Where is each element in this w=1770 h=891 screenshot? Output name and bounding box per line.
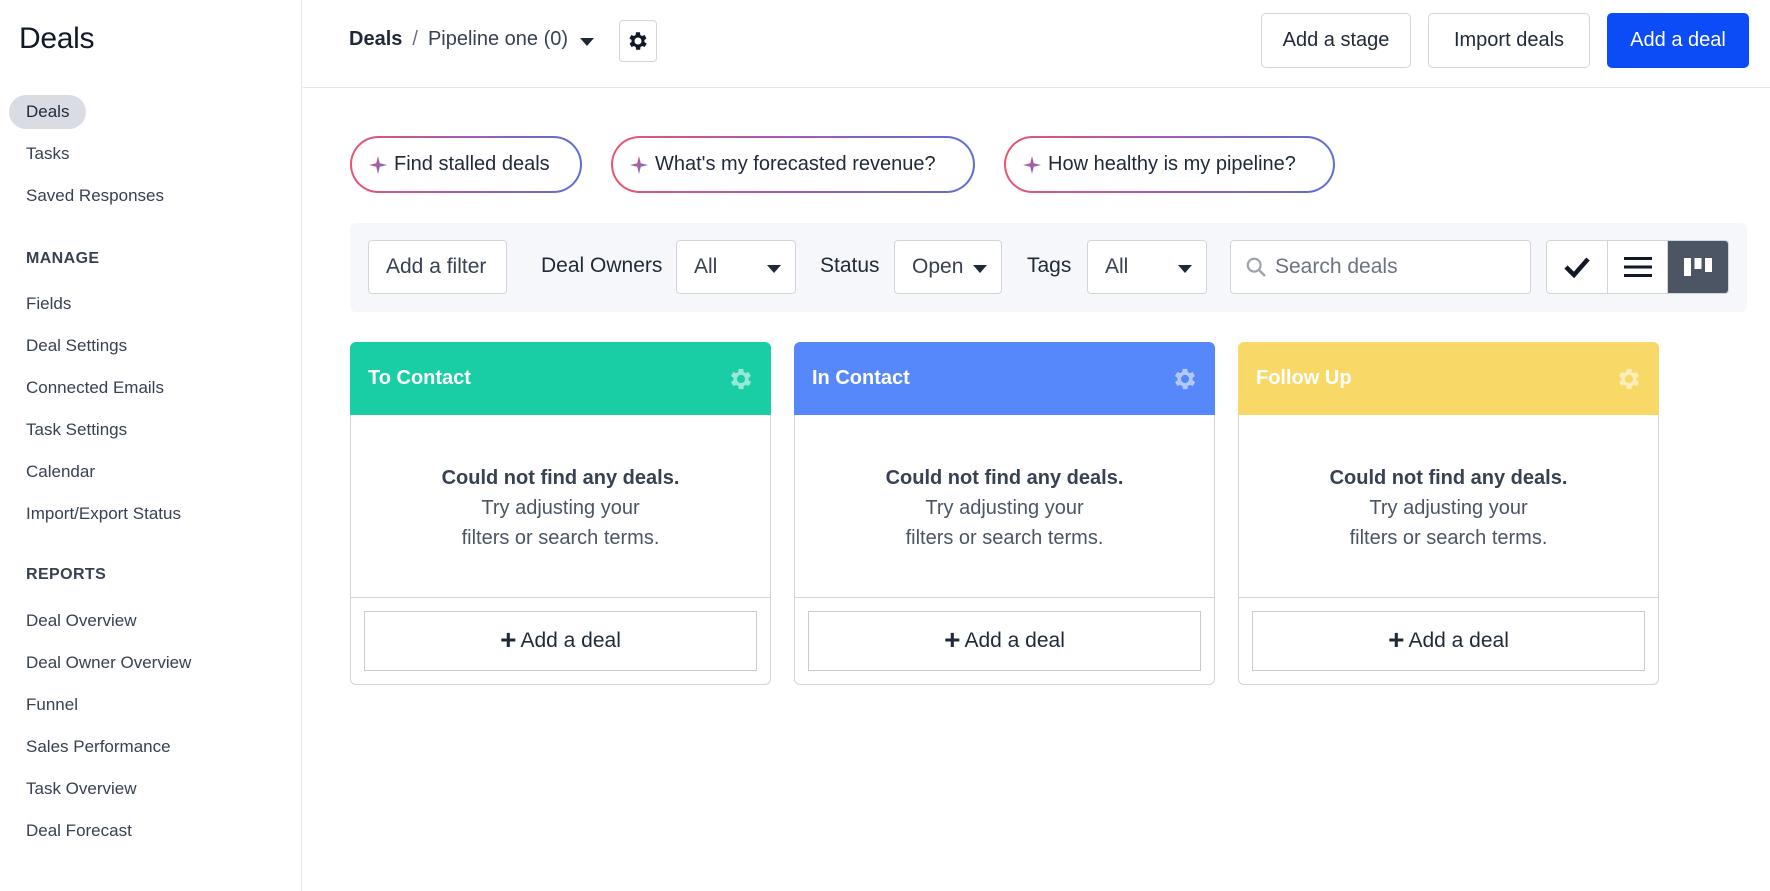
gear-icon [629, 32, 647, 50]
empty-subtitle-line2: filters or search terms. [905, 527, 1104, 549]
pipeline-selector[interactable]: Pipeline one (0) [428, 28, 568, 51]
search-placeholder: Search deals [1275, 255, 1398, 278]
ai-prompt-label: What's my forecasted revenue? [655, 153, 936, 175]
stage-footer: + Add a deal [350, 597, 771, 685]
empty-subtitle-line2: filters or search terms. [1349, 527, 1548, 549]
add-filter-button[interactable]: Add a filter [368, 240, 507, 294]
header: Deals / Pipeline one (0) Add a stage Imp… [303, 0, 1770, 88]
sparkle-icon [1023, 155, 1041, 174]
pipeline-settings-button[interactable] [619, 20, 657, 62]
sparkle-icon [630, 155, 648, 174]
empty-subtitle-line2: filters or search terms. [461, 527, 660, 549]
stage-column-in-contact: In Contact Could not find any deals. Try… [794, 342, 1215, 685]
sparkle-icon [369, 155, 387, 174]
board-icon [1684, 258, 1713, 276]
tags-value: All [1105, 255, 1129, 278]
sidebar-item-deal-settings[interactable]: Deal Settings [26, 335, 127, 357]
breadcrumb: Deals / Pipeline one (0) [349, 28, 595, 51]
sidebar-item-deal-owner-overview[interactable]: Deal Owner Overview [26, 652, 191, 674]
search-icon [1246, 257, 1266, 277]
chevron-down-icon [767, 265, 781, 273]
empty-subtitle-line1: Try adjusting your [1369, 497, 1528, 519]
sidebar-item-connected-emails[interactable]: Connected Emails [26, 377, 164, 399]
empty-state: Could not find any deals. Try adjusting … [350, 415, 771, 597]
tags-label: Tags [1027, 254, 1072, 277]
sidebar-item-calendar[interactable]: Calendar [26, 461, 95, 483]
add-stage-button[interactable]: Add a stage [1261, 13, 1411, 68]
app-title: Deals [19, 22, 95, 55]
status-value: Open [912, 255, 964, 278]
tags-select[interactable]: All [1087, 240, 1207, 294]
deal-owners-value: All [694, 255, 718, 278]
stage-footer: + Add a deal [794, 597, 1215, 685]
view-toggle [1546, 240, 1729, 294]
add-deal-button[interactable]: Add a deal [1607, 13, 1749, 68]
stage-add-deal-button[interactable]: + Add a deal [808, 611, 1201, 671]
breadcrumb-deals[interactable]: Deals [349, 28, 402, 51]
sidebar-item-deals[interactable]: Deals [9, 95, 87, 129]
deal-owners-select[interactable]: All [676, 240, 796, 294]
breadcrumb-separator: / [412, 28, 418, 50]
sidebar-item-task-overview[interactable]: Task Overview [26, 778, 137, 800]
stage-column-follow-up: Follow Up Could not find any deals. Try … [1238, 342, 1659, 685]
gear-icon[interactable] [1615, 365, 1643, 393]
chevron-down-icon [973, 265, 987, 273]
sidebar-item-task-settings[interactable]: Task Settings [26, 419, 127, 441]
sidebar-item-tasks[interactable]: Tasks [26, 143, 69, 165]
sidebar-item-deal-overview[interactable]: Deal Overview [26, 610, 137, 632]
deal-owners-label: Deal Owners [541, 254, 663, 277]
search-input[interactable]: Search deals [1230, 240, 1531, 294]
ai-prompt-pipeline-health[interactable]: How healthy is my pipeline? [1004, 136, 1335, 193]
filter-bar: Add a filter Deal Owners All Status Open… [350, 223, 1747, 312]
manage-heading: MANAGE [26, 250, 100, 267]
sidebar-item-fields[interactable]: Fields [26, 293, 71, 315]
stage-title: To Contact [368, 367, 471, 389]
empty-title: Could not find any deals. [885, 467, 1124, 489]
status-label: Status [820, 254, 880, 277]
gear-icon[interactable] [727, 365, 755, 393]
stage-column-to-contact: To Contact Could not find any deals. Try… [350, 342, 771, 685]
list-icon [1623, 257, 1652, 277]
stage-header: In Contact [794, 342, 1215, 415]
empty-state: Could not find any deals. Try adjusting … [794, 415, 1215, 597]
stage-header: To Contact [350, 342, 771, 415]
stage-footer: + Add a deal [1238, 597, 1659, 685]
empty-state: Could not find any deals. Try adjusting … [1238, 415, 1659, 597]
stage-title: Follow Up [1256, 367, 1352, 389]
empty-subtitle-line1: Try adjusting your [925, 497, 1084, 519]
plus-icon: + [944, 623, 961, 655]
sidebar-item-funnel[interactable]: Funnel [26, 694, 78, 716]
stage-title: In Contact [812, 367, 910, 389]
reports-heading: REPORTS [26, 566, 107, 583]
add-deal-label: Add a deal [520, 629, 621, 652]
empty-subtitle-line1: Try adjusting your [481, 497, 640, 519]
view-checklist-button[interactable] [1547, 241, 1608, 293]
ai-prompt-forecasted-revenue[interactable]: What's my forecasted revenue? [611, 136, 975, 193]
sidebar-item-saved-responses[interactable]: Saved Responses [26, 185, 164, 207]
gear-icon[interactable] [1171, 365, 1199, 393]
sidebar-item-deal-forecast[interactable]: Deal Forecast [26, 820, 132, 842]
stage-add-deal-button[interactable]: + Add a deal [1252, 611, 1645, 671]
check-icon [1564, 257, 1590, 279]
empty-title: Could not find any deals. [441, 467, 680, 489]
add-deal-label: Add a deal [964, 629, 1065, 652]
sidebar-item-sales-performance[interactable]: Sales Performance [26, 736, 171, 758]
stage-add-deal-button[interactable]: + Add a deal [364, 611, 757, 671]
import-deals-button[interactable]: Import deals [1428, 13, 1590, 68]
view-list-button[interactable] [1608, 241, 1669, 293]
ai-prompt-stalled-deals[interactable]: Find stalled deals [350, 136, 582, 193]
add-deal-label: Add a deal [1408, 629, 1509, 652]
stage-header: Follow Up [1238, 342, 1659, 415]
plus-icon: + [1388, 623, 1405, 655]
ai-prompt-label: Find stalled deals [394, 153, 550, 175]
sidebar: Deals Deals Tasks Saved Responses MANAGE… [0, 0, 302, 891]
chevron-down-icon[interactable] [580, 37, 595, 46]
view-board-button[interactable] [1668, 241, 1728, 293]
chevron-down-icon [1178, 265, 1192, 273]
ai-prompt-label: How healthy is my pipeline? [1048, 153, 1296, 175]
status-select[interactable]: Open [894, 240, 1002, 294]
empty-title: Could not find any deals. [1329, 467, 1568, 489]
plus-icon: + [500, 623, 517, 655]
sidebar-item-import-export-status[interactable]: Import/Export Status [26, 503, 181, 525]
